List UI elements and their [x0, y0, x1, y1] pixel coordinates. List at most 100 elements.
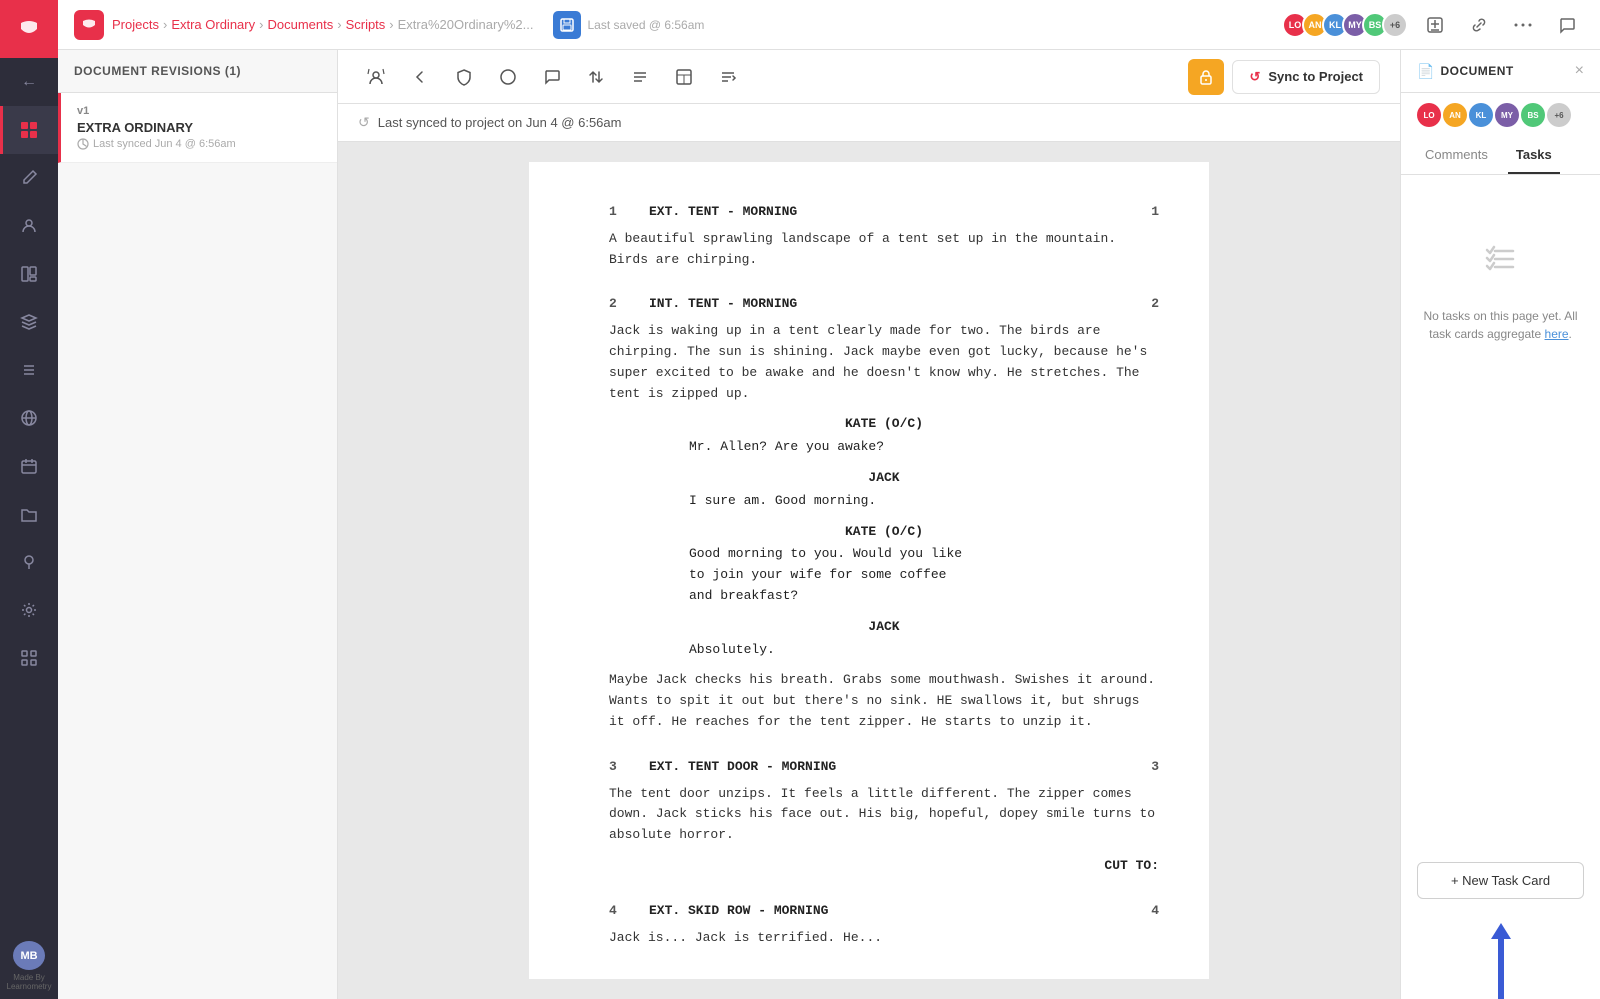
scene-4-number-left: 4	[609, 901, 639, 922]
sidebar-globe[interactable]	[0, 394, 58, 442]
sidebar-board[interactable]	[0, 250, 58, 298]
breadcrumb-current: Extra%20Ordinary%2...	[398, 17, 534, 32]
sidebar-person[interactable]	[0, 202, 58, 250]
scene-1: 1 EXT. TENT - MORNING 1 A beautiful spra…	[609, 202, 1159, 270]
panel-avatar-3: KL	[1469, 103, 1493, 127]
more-icon[interactable]	[1506, 8, 1540, 42]
topbar-brand-icon	[74, 10, 104, 40]
scene-4: 4 EXT. SKID ROW - MORNING 4 Jack is... J…	[609, 901, 1159, 949]
scene-2-post-action: Maybe Jack checks his breath. Grabs some…	[609, 670, 1159, 732]
tab-comments[interactable]: Comments	[1417, 137, 1496, 174]
panel-avatar-4: MY	[1495, 103, 1519, 127]
circle-toolbar-btn[interactable]	[490, 59, 526, 95]
breadcrumb: Projects › Extra Ordinary › Documents › …	[112, 17, 533, 32]
sidebar-pin[interactable]	[0, 538, 58, 586]
comment-toolbar-btn[interactable]	[534, 59, 570, 95]
tab-tasks[interactable]: Tasks	[1508, 137, 1560, 174]
dialogue-kate-1-text: Mr. Allen? Are you awake?	[689, 437, 1079, 458]
right-panel-title: DOCUMENT	[1440, 64, 1513, 78]
scene-1-heading: EXT. TENT - MORNING	[639, 202, 1129, 223]
scene-2-action: Jack is waking up in a tent clearly made…	[609, 321, 1159, 404]
scene-3-number-right: 3	[1129, 757, 1159, 778]
scene-2-number-right: 2	[1129, 294, 1159, 315]
topbar: Projects › Extra Ordinary › Documents › …	[58, 0, 1600, 50]
save-status: Last saved @ 6:56am	[553, 11, 704, 39]
tasks-empty-state: No tasks on this page yet. All task card…	[1401, 175, 1600, 846]
user-avatar-sidebar[interactable]: MB Made ByLearnometry	[0, 941, 58, 999]
panel-avatar-5: BS	[1521, 103, 1545, 127]
dialogue-kate-2-text: Good morning to you. Would you liketo jo…	[689, 544, 1079, 606]
breadcrumb-documents[interactable]: Documents	[267, 17, 333, 32]
shield-toolbar-btn[interactable]	[446, 59, 482, 95]
sidebar-layers[interactable]	[0, 298, 58, 346]
close-panel-button[interactable]: ×	[1575, 62, 1584, 80]
breadcrumb-scripts[interactable]: Scripts	[346, 17, 386, 32]
last-saved-text: Last saved @ 6:56am	[587, 18, 704, 32]
sidebar-calendar[interactable]	[0, 442, 58, 490]
export-icon[interactable]	[1418, 8, 1452, 42]
back-toolbar-btn[interactable]	[402, 59, 438, 95]
breadcrumb-projects[interactable]: Projects	[112, 17, 159, 32]
save-icon	[553, 11, 581, 39]
characters-toolbar-btn[interactable]	[358, 59, 394, 95]
sync-banner-icon: ↺	[358, 114, 370, 131]
revision-item[interactable]: v1 EXTRA ORDINARY Last synced Jun 4 @ 6:…	[58, 93, 337, 163]
script-page[interactable]: 1 EXT. TENT - MORNING 1 A beautiful spra…	[529, 162, 1209, 979]
sidebar-back[interactable]: ←	[0, 58, 58, 106]
scene-4-number-right: 4	[1129, 901, 1159, 922]
made-by-label: Made ByLearnometry	[7, 973, 52, 991]
sidebar-folder[interactable]	[0, 490, 58, 538]
revision-version: v1	[77, 105, 321, 117]
character-kate-1: KATE (O/C)	[609, 414, 1159, 435]
sort-toolbar-btn[interactable]	[710, 59, 746, 95]
lock-button[interactable]	[1188, 59, 1224, 95]
sidebar-home[interactable]	[0, 106, 58, 154]
sidebar-grid[interactable]	[0, 634, 58, 682]
scene-1-number-left: 1	[609, 202, 639, 223]
scene-4-heading: EXT. SKID ROW - MORNING	[639, 901, 1129, 922]
scene-2: 2 INT. TENT - MORNING 2 Jack is waking u…	[609, 294, 1159, 732]
tasks-empty-text: No tasks on this page yet. All task card…	[1421, 307, 1580, 343]
scene-4-action: Jack is... Jack is terrified. He...	[609, 928, 1159, 949]
link-icon[interactable]	[1462, 8, 1496, 42]
scene-2-heading: INT. TENT - MORNING	[639, 294, 1129, 315]
main-area: Projects › Extra Ordinary › Documents › …	[58, 0, 1600, 999]
right-panel-header: 📄 DOCUMENT ×	[1401, 50, 1600, 93]
app-logo[interactable]	[0, 0, 58, 58]
panel-tabs: Comments Tasks	[1401, 137, 1600, 175]
dialogue-jack-1: JACK I sure am. Good morning.	[609, 468, 1159, 512]
tasks-here-link[interactable]: here	[1545, 327, 1569, 341]
sidebar-settings[interactable]	[0, 586, 58, 634]
script-area[interactable]: ↺ Last synced to project on Jun 4 @ 6:56…	[338, 104, 1400, 999]
sync-to-project-button[interactable]: ↺ Sync to Project	[1232, 60, 1380, 94]
breadcrumb-extraordinary[interactable]: Extra Ordinary	[171, 17, 255, 32]
panel-toolbar-btn[interactable]	[666, 59, 702, 95]
arrows-toolbar-btn[interactable]	[578, 59, 614, 95]
topbar-right: LO AN KL MY BS +6	[1282, 8, 1584, 42]
text-toolbar-btn[interactable]	[622, 59, 658, 95]
scene-3: 3 EXT. TENT DOOR - MORNING 3 The tent do…	[609, 757, 1159, 877]
dialogue-jack-2: JACK Absolutely.	[609, 617, 1159, 661]
sync-banner-text: Last synced to project on Jun 4 @ 6:56am	[378, 115, 622, 130]
cut-to: CUT TO:	[609, 856, 1159, 877]
revisions-header: DOCUMENT REVISIONS (1)	[58, 50, 337, 93]
breadcrumb-sep-3: ›	[337, 17, 341, 32]
revision-title: EXTRA ORDINARY	[77, 120, 321, 135]
avatar-overflow: +6	[1382, 12, 1408, 38]
breadcrumb-sep-1: ›	[163, 17, 167, 32]
chat-icon[interactable]	[1550, 8, 1584, 42]
panel-avatar-2: AN	[1443, 103, 1467, 127]
panel-avatar-1: LO	[1417, 103, 1441, 127]
revisions-panel: DOCUMENT REVISIONS (1) v1 EXTRA ORDINARY…	[58, 50, 338, 999]
center-panel: ↺ Sync to Project ↺ Last synced to proje…	[338, 50, 1400, 999]
sidebar-list[interactable]	[0, 346, 58, 394]
revision-meta: Last synced Jun 4 @ 6:56am	[77, 138, 321, 150]
character-jack-1: JACK	[609, 468, 1159, 489]
sidebar-edit[interactable]	[0, 154, 58, 202]
dialogue-jack-2-text: Absolutely.	[689, 640, 1079, 661]
dialogue-jack-1-text: I sure am. Good morning.	[689, 491, 1079, 512]
sync-icon: ↺	[1249, 69, 1260, 85]
arrow-up-icon	[1491, 923, 1511, 939]
right-panel: 📄 DOCUMENT × LO AN KL MY BS +6 Comments …	[1400, 50, 1600, 999]
new-task-card-button[interactable]: + New Task Card	[1417, 862, 1584, 899]
